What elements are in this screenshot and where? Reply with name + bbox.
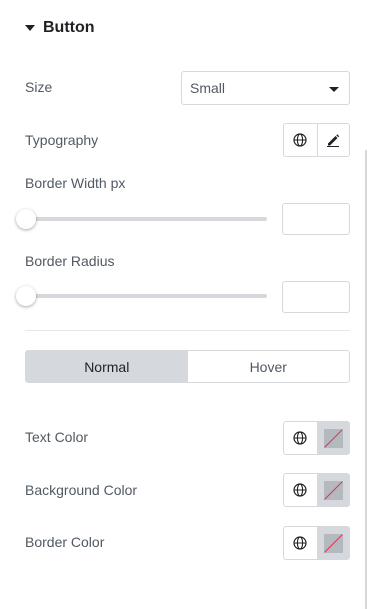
border-color-picker[interactable] [316,527,349,559]
border-color-label: Border Color [25,534,105,550]
size-label: Size [25,79,53,95]
button-style-panel: Button Size Small Typography Border Widt… [0,0,368,609]
text-color-controls [283,421,350,455]
empty-color-swatch-icon [323,480,343,500]
globe-icon [293,431,307,445]
globe-icon [293,536,307,550]
text-color-picker[interactable] [316,422,349,454]
section-title: Button [43,19,95,36]
divider [25,330,350,331]
typography-controls [283,123,350,157]
pencil-icon [327,134,340,147]
caret-down-icon [25,25,35,31]
border-width-slider[interactable] [16,209,267,229]
background-color-controls [283,473,350,507]
globe-icon [293,133,307,147]
scrollbar[interactable] [365,150,367,609]
typography-label: Typography [25,132,99,148]
empty-color-swatch-icon [323,428,343,448]
border-radius-label: Border Radius [25,253,115,269]
background-color-label: Background Color [25,482,138,498]
border-width-slider-handle[interactable] [16,209,36,229]
border-radius-slider-handle[interactable] [16,286,36,306]
empty-color-swatch-icon [323,533,343,553]
text-color-label: Text Color [25,429,89,445]
section-toggle-button[interactable]: Button [25,17,95,39]
background-color-picker[interactable] [316,474,349,506]
chevron-down-icon [329,87,339,92]
typography-global-button[interactable] [284,124,317,156]
border-width-label: Border Width px [25,175,126,191]
background-color-global-button[interactable] [284,474,317,506]
size-select[interactable]: Small [181,71,350,105]
tab-hover[interactable]: Hover [187,351,349,382]
globe-icon [293,483,307,497]
border-color-global-button[interactable] [284,527,317,559]
state-tabs: Normal Hover [25,350,350,383]
border-color-controls [283,526,350,560]
tab-normal[interactable]: Normal [26,351,188,382]
border-radius-slider[interactable] [16,286,267,306]
typography-edit-button[interactable] [316,124,350,156]
border-width-input[interactable] [282,203,350,235]
text-color-global-button[interactable] [284,422,317,454]
size-select-value: Small [190,80,226,96]
border-radius-input[interactable] [282,281,350,313]
